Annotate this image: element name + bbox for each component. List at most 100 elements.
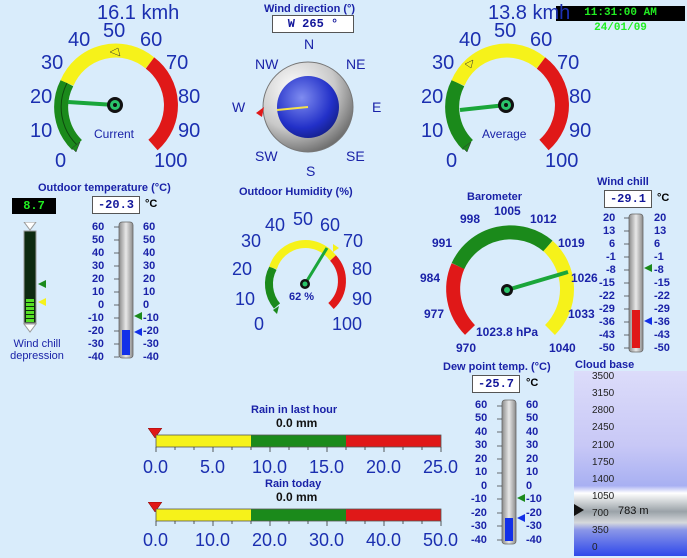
tick: 25.0 [423, 457, 459, 477]
tick: 977 [424, 307, 445, 321]
tick: 60 [475, 399, 488, 411]
tick: 0 [592, 542, 598, 553]
tick: 30.0 [309, 530, 345, 550]
dew-point-value: -25.7 [472, 375, 520, 393]
tick: -40 [88, 351, 104, 363]
tick: 50 [103, 20, 126, 42]
tick: 60 [526, 399, 539, 411]
tick: -20 [88, 325, 104, 337]
wind-current-gauge [54, 43, 178, 153]
wind-chill-value: -29.1 [604, 190, 652, 208]
tick: 20 [421, 86, 444, 108]
tick: 30 [475, 439, 488, 451]
tick: 20 [475, 453, 488, 465]
tick: 13 [654, 225, 667, 237]
wind-chill-title: Wind chill [597, 176, 649, 188]
tick: 50 [526, 412, 539, 424]
tick: 30 [432, 52, 455, 74]
tick: 1040 [549, 341, 576, 355]
tick: 50 [494, 20, 517, 42]
humidity-gauge [264, 240, 346, 314]
tick: 20 [30, 86, 53, 108]
cloud-base-title: Cloud base [575, 359, 635, 371]
tick: 991 [432, 236, 453, 250]
compass-sw: SW [255, 148, 278, 164]
tick: -50 [599, 342, 615, 354]
tick: 1005 [494, 204, 521, 218]
tick: 0 [55, 150, 67, 172]
tick: 10 [92, 286, 105, 298]
tick: 50.0 [423, 530, 459, 550]
outdoor-temp-unit: °C [145, 198, 158, 210]
tick: 100 [332, 314, 363, 334]
tick: -40 [526, 534, 542, 546]
tick: 100 [545, 150, 579, 172]
tick: 2450 [592, 422, 615, 433]
tick: 10 [526, 466, 539, 478]
tick: -29 [599, 303, 615, 315]
rain-today-bar [148, 502, 442, 526]
outdoor-temp-value: -20.3 [92, 196, 140, 214]
compass-ne: NE [346, 56, 366, 72]
tick: 0.0 [143, 457, 169, 477]
clock-text: 11:31:00 AM 24/01/09 [584, 7, 657, 34]
tick: -43 [654, 329, 670, 341]
tick: 20 [603, 212, 616, 224]
compass-s: S [306, 163, 316, 179]
wind-chill-unit: °C [657, 192, 670, 204]
tick: 350 [592, 525, 609, 536]
tick: 20 [143, 273, 156, 285]
tick: 30 [41, 52, 64, 74]
tick: 15.0 [309, 457, 345, 477]
tick: -10 [143, 312, 159, 324]
tick: 80 [569, 86, 592, 108]
tick: 10 [421, 120, 444, 142]
cloud-base-marker [574, 504, 584, 516]
wind-chill-depression-value: 8.7 [12, 198, 56, 214]
tick: 2800 [592, 405, 615, 416]
tick: 60 [92, 221, 105, 233]
tick: 970 [456, 341, 477, 355]
outdoor-temp-thermometer [114, 221, 142, 359]
tick: 1050 [592, 491, 615, 502]
tick: 90 [352, 289, 373, 309]
cloud-base-panel [574, 371, 687, 556]
tick: 20 [92, 273, 105, 285]
tick: 984 [420, 271, 441, 285]
tick: 30 [526, 439, 539, 451]
tick: -36 [654, 316, 670, 328]
tick: 700 [592, 508, 609, 519]
rain-hour-bar [148, 428, 442, 452]
tick: 40 [143, 247, 156, 259]
tick: -30 [143, 338, 159, 350]
tick: -8 [606, 264, 616, 276]
tick: 10 [235, 289, 256, 309]
tick: 10 [30, 120, 53, 142]
clock-display: 11:31:00 AM 24/01/09 [556, 6, 685, 34]
wind-chill-depression-bar [23, 222, 46, 333]
tick: -40 [471, 534, 487, 546]
direction-marker [256, 107, 264, 117]
wind-current-label: Current [94, 127, 135, 141]
barometer-value: 1023.8 hPa [476, 325, 539, 339]
wind-chill-thermometer [624, 213, 652, 353]
tick: 0 [98, 299, 105, 311]
barometer-title: Barometer [467, 191, 523, 203]
tick: -43 [599, 329, 615, 341]
tick: 13 [603, 225, 616, 237]
rain-today-title: Rain today [265, 478, 322, 490]
tick: 30 [143, 260, 156, 272]
tick: -36 [599, 316, 615, 328]
tick: 998 [460, 212, 481, 226]
tick: -22 [599, 290, 615, 302]
tick: -29 [654, 303, 670, 315]
tick: -20 [143, 325, 159, 337]
tick: 10 [475, 466, 488, 478]
humidity-title: Outdoor Humidity (%) [239, 186, 353, 198]
tick: -1 [654, 251, 664, 263]
compass-w: W [232, 99, 246, 115]
tick: -30 [471, 520, 487, 532]
tick: -30 [88, 338, 104, 350]
tick: 1400 [592, 474, 615, 485]
compass-n: N [304, 36, 315, 52]
